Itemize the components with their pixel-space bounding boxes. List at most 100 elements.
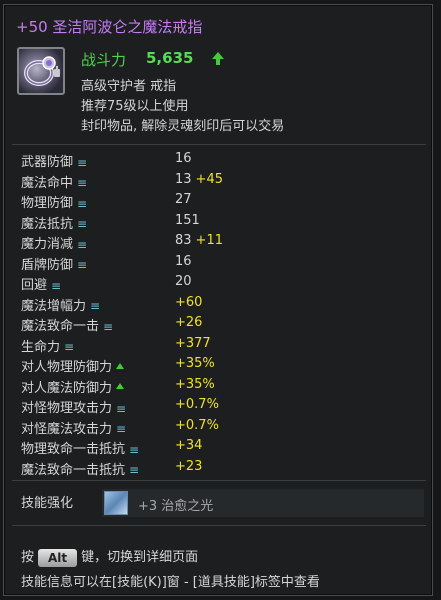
equal-icon: ≡ — [77, 196, 88, 211]
skill-enhance-label: 技能强化 — [21, 496, 74, 511]
stat-value: +23 — [175, 458, 203, 474]
stat-name-wrap: 对怪魔法攻击力 ≡ — [21, 418, 126, 437]
alt-hint-prefix: 按 — [21, 550, 35, 565]
up-arrow-icon — [116, 362, 125, 369]
stat-name: 生命力 — [21, 339, 61, 355]
equal-icon: ≡ — [116, 422, 127, 436]
stat-value-wrap: +0.7% — [175, 418, 219, 433]
divider — [12, 144, 426, 145]
stat-name-wrap: 武器防御 ≡ — [21, 151, 87, 170]
stat-name-wrap: 物理致命一击抵抗 ≡ — [21, 438, 139, 457]
stat-bonus: +45 — [195, 171, 223, 187]
equal-icon: ≡ — [116, 401, 127, 416]
stat-name-wrap: 魔法致命一击抵抗 ≡ — [21, 459, 139, 478]
stat-row: 魔力消减 ≡ 83 +11 — [21, 233, 421, 253]
stat-name-wrap: 物理防御 ≡ — [21, 192, 87, 211]
item-title: +50 圣洁阿波仑之魔法戒指 — [16, 18, 203, 36]
item-level-requirement: 推荐75级以上使用 — [81, 99, 189, 114]
stat-name-wrap: 魔法增幅力 ≡ — [21, 295, 100, 314]
stat-row: 魔法命中 ≡ 13 +45 — [21, 172, 421, 192]
skill-enhance-box[interactable]: +3 治愈之光 — [102, 489, 424, 517]
stat-name-wrap: 盾牌防御 ≡ — [21, 254, 87, 273]
stat-value: 16 — [175, 253, 192, 269]
stat-name: 物理防御 — [21, 196, 74, 211]
stat-value: 151 — [175, 212, 200, 228]
stat-row: 魔法致命一击抵抗 ≡ +23 — [21, 459, 421, 479]
item-type: 高级守护者 戒指 — [81, 79, 177, 94]
equal-icon: ≡ — [129, 442, 140, 457]
stat-value-wrap: 16 — [175, 151, 192, 166]
stat-name: 魔力消减 — [21, 237, 74, 252]
stat-name-wrap: 对怪物理攻击力 ≡ — [21, 397, 126, 416]
stat-row: 物理防御 ≡ 27 — [21, 192, 421, 212]
stat-value-wrap: 27 — [175, 192, 192, 207]
stat-value: +377 — [175, 335, 211, 351]
stat-name: 对人物理防御力 — [21, 360, 113, 375]
stat-value: 20 — [175, 274, 192, 289]
stat-row: 魔法抵抗 ≡ 151 — [21, 213, 421, 233]
stat-name-wrap: 魔法命中 ≡ — [21, 172, 87, 191]
stat-row: 对人物理防御力 +35% — [21, 356, 421, 376]
up-arrow-icon — [212, 52, 224, 65]
stat-name: 盾牌防御 — [21, 257, 74, 273]
equal-icon: ≡ — [64, 340, 75, 354]
stat-value-wrap: +377 — [175, 336, 211, 351]
stat-name: 对人魔法防御力 — [21, 380, 113, 396]
alt-hint-suffix: 键，切换到详细页面 — [81, 550, 199, 565]
stat-name-wrap: 魔力消减 ≡ — [21, 233, 87, 252]
combat-power-label: 战斗力 — [81, 51, 127, 69]
stat-row: 回避 ≡ 20 — [21, 274, 421, 294]
equal-icon: ≡ — [77, 155, 88, 170]
stat-name: 魔法致命一击抵抗 — [21, 462, 126, 478]
equal-icon: ≡ — [129, 463, 140, 477]
stat-value-wrap: +60 — [175, 295, 202, 310]
stat-value: +60 — [175, 294, 203, 310]
item-seal-note: 封印物品, 解除灵魂刻印后可以交易 — [81, 119, 285, 134]
stat-name-wrap: 对人魔法防御力 — [21, 377, 125, 396]
alt-hint: 按 Alt 键，切换到详细页面 — [21, 546, 198, 567]
equal-icon: ≡ — [103, 319, 114, 334]
stat-value-wrap: 16 — [175, 254, 192, 269]
stat-row: 魔法致命一击 ≡ +26 — [21, 315, 421, 335]
stat-name-wrap: 魔法抵抗 ≡ — [21, 213, 87, 232]
skill-enhance-text: +3 治愈之光 — [138, 499, 214, 514]
stat-value-wrap: +23 — [175, 459, 202, 474]
equal-icon: ≡ — [77, 258, 88, 272]
healing-light-icon — [104, 491, 128, 515]
stat-row: 武器防御 ≡ 16 — [21, 151, 421, 171]
stat-row: 盾牌防御 ≡ 16 — [21, 254, 421, 274]
stat-name-wrap: 生命力 ≡ — [21, 336, 74, 355]
stat-name: 武器防御 — [21, 155, 74, 170]
item-tooltip: +50 圣洁阿波仑之魔法戒指 战斗力 5,635 高级守护者 戒指 推荐75级以… — [3, 4, 433, 596]
divider — [12, 525, 426, 526]
stat-value-wrap: +26 — [175, 315, 202, 330]
stat-name: 魔法致命一击 — [21, 319, 100, 334]
stat-value: 27 — [175, 192, 192, 207]
ring-icon — [17, 47, 65, 95]
equal-icon: ≡ — [51, 278, 62, 293]
stat-name: 对怪魔法攻击力 — [21, 421, 113, 437]
stat-name: 回避 — [21, 278, 48, 293]
stat-name-wrap: 回避 ≡ — [21, 274, 61, 293]
stat-value-wrap: +0.7% — [175, 397, 219, 412]
stat-row: 对人魔法防御力 +35% — [21, 377, 421, 397]
stat-name: 魔法增幅力 — [21, 298, 87, 314]
stat-value: 13 — [175, 171, 192, 187]
stat-name: 魔法命中 — [21, 175, 74, 191]
stat-value-wrap: 83 +11 — [175, 233, 223, 248]
stat-value: +35% — [175, 376, 215, 392]
stat-name: 物理致命一击抵抗 — [21, 442, 126, 457]
equal-icon: ≡ — [90, 299, 101, 313]
stat-value-wrap: 151 — [175, 213, 200, 228]
stat-value-wrap: +35% — [175, 377, 215, 392]
stat-row: 对怪物理攻击力 ≡ +0.7% — [21, 397, 421, 417]
stat-value: +0.7% — [175, 417, 219, 433]
stat-bonus: +11 — [195, 233, 223, 248]
equal-icon: ≡ — [77, 176, 88, 190]
stat-name-wrap: 魔法致命一击 ≡ — [21, 315, 113, 334]
combat-power-value: 5,635 — [146, 49, 194, 67]
stat-row: 魔法增幅力 ≡ +60 — [21, 295, 421, 315]
stat-row: 生命力 ≡ +377 — [21, 336, 421, 356]
alt-key: Alt — [38, 548, 78, 567]
stat-value: +26 — [175, 315, 203, 330]
